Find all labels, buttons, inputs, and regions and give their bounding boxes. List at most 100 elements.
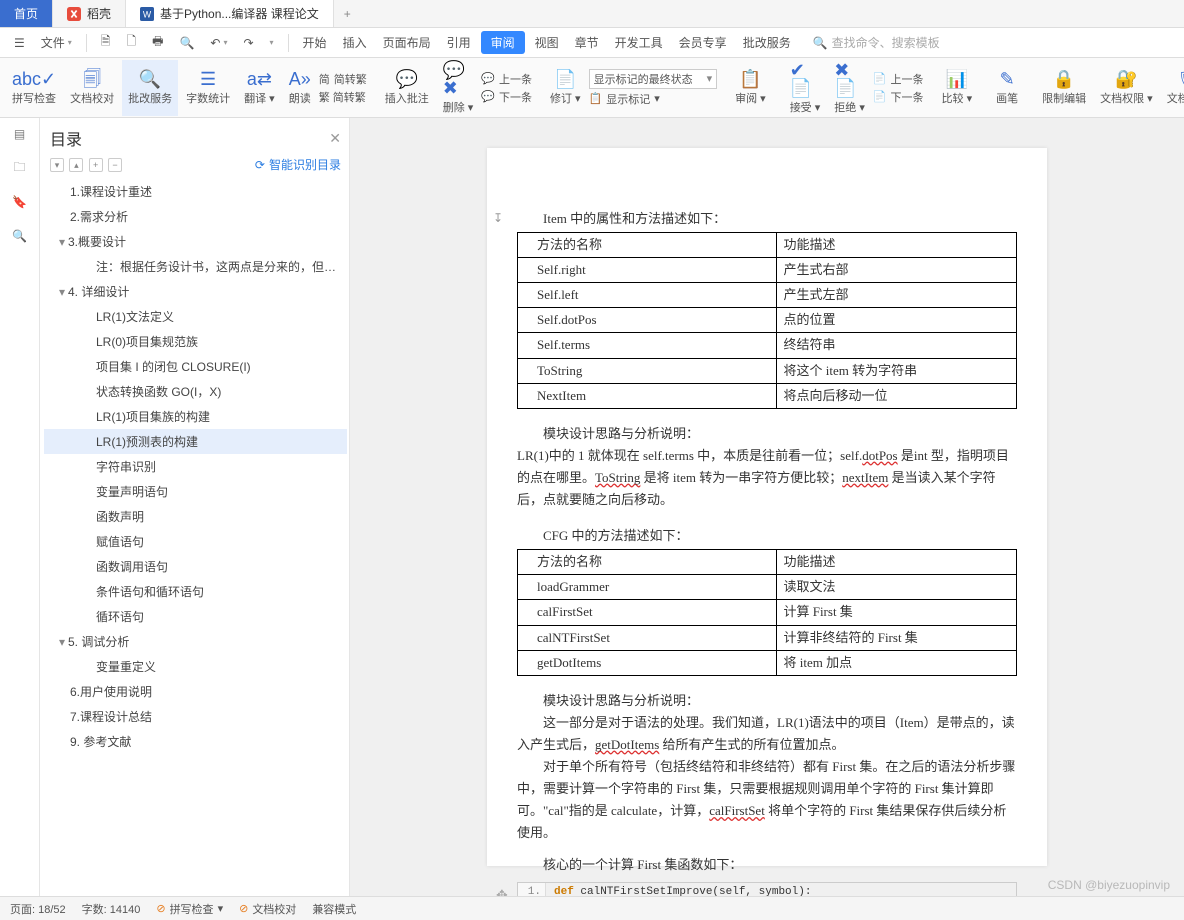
ribbon-annot-next[interactable]: 💬 下一条 bbox=[481, 89, 532, 105]
menu-insert[interactable]: 插入 bbox=[337, 30, 373, 55]
toc-item[interactable]: LR(1)项目集族的构建 bbox=[44, 404, 347, 429]
table-row: calNTFirstSet计算非终结符的 First 集 bbox=[518, 625, 1017, 650]
toc-expand[interactable]: + bbox=[89, 158, 103, 172]
toc-item[interactable]: 6.用户使用说明 bbox=[44, 679, 347, 704]
tab-home[interactable]: 首页 bbox=[0, 0, 53, 27]
toc-item[interactable]: 条件语句和循环语句 bbox=[44, 579, 347, 604]
ribbon-revise[interactable]: 📄修订 ▾ bbox=[544, 60, 587, 116]
ribbon-review-pane[interactable]: 📋审阅 ▾ bbox=[729, 60, 772, 116]
menu-start[interactable]: 开始 bbox=[297, 30, 333, 55]
markup-state-dropdown[interactable]: 显示标记的最终状态▾ bbox=[589, 69, 718, 89]
menu-devtools[interactable]: 开发工具 bbox=[609, 30, 669, 55]
menu-correction[interactable]: 批改服务 bbox=[737, 30, 797, 55]
rail-thumb-icon[interactable]: 🗀 bbox=[10, 158, 30, 178]
print-preview-icon[interactable]: 🗋 bbox=[120, 28, 142, 57]
ribbon-readaloud[interactable]: A»朗读 bbox=[283, 60, 317, 116]
toc-item[interactable]: 项目集 I 的闭包 CLOSURE(I) bbox=[44, 354, 347, 379]
toc-item[interactable]: LR(1)预测表的构建 bbox=[44, 429, 347, 454]
toc-pane: 目录 ✕ ▾ ▴ + − ⟳智能识别目录 1.课程设计重述2.需求分析▾3.概要… bbox=[40, 118, 350, 896]
toc-close-button[interactable]: ✕ bbox=[329, 130, 341, 147]
toc-item[interactable]: 注：根据任务设计书，这两点是分来的，但是如 ... bbox=[44, 254, 347, 279]
ribbon-change-next[interactable]: 📄 下一条 bbox=[873, 89, 924, 105]
ribbon-annot-prev[interactable]: 💬 上一条 bbox=[481, 71, 532, 87]
toc-item[interactable]: 变量声明语句 bbox=[44, 479, 347, 504]
move-handle-icon[interactable]: ✥ bbox=[496, 885, 508, 896]
rail-search-icon[interactable]: 🔍 bbox=[10, 226, 30, 246]
toc-item[interactable]: 字符串识别 bbox=[44, 454, 347, 479]
rail-bookmark-icon[interactable]: 🔖 bbox=[10, 192, 30, 212]
rail-toc-icon[interactable]: ▤ bbox=[10, 124, 30, 144]
ribbon-del-annot[interactable]: 💬✖删除 ▾ bbox=[437, 60, 480, 116]
preview-icon[interactable]: 🔍 bbox=[173, 32, 200, 54]
menu-pagelayout[interactable]: 页面布局 bbox=[377, 30, 437, 55]
menu-review[interactable]: 审阅 bbox=[481, 31, 525, 54]
toc-item[interactable]: 9. 参考文献 bbox=[44, 729, 347, 754]
ribbon-restrict[interactable]: 🔒限制编辑 bbox=[1036, 60, 1092, 116]
ribbon-jian-to-fan[interactable]: 简 简转繁 bbox=[319, 71, 367, 87]
ribbon-compare[interactable]: 📊比较 ▾ bbox=[936, 60, 979, 116]
ribbon-spellcheck[interactable]: abc✓拼写检查 bbox=[6, 60, 62, 116]
status-proofread[interactable]: ⊘文档校对 bbox=[239, 901, 296, 917]
table-row: Self.left产生式左部 bbox=[518, 283, 1017, 308]
cert-icon: 🛡 bbox=[1177, 70, 1184, 88]
toc-item[interactable]: ▾5. 调试分析 bbox=[44, 629, 347, 654]
toc-item[interactable]: 状态转换函数 GO(I，X) bbox=[44, 379, 347, 404]
chevron-down-icon[interactable]: ▾ bbox=[56, 285, 68, 299]
code-content: def calNTFirstSetImprove(self, symbol): bbox=[546, 883, 811, 896]
ribbon-reject[interactable]: ✖📄拒绝 ▾ bbox=[828, 60, 871, 116]
ribbon-proofread[interactable]: 🗐文档校对 bbox=[64, 60, 120, 116]
status-spellcheck[interactable]: ⊘拼写检查 ▾ bbox=[156, 901, 223, 917]
tab-daoké[interactable]: 稻壳 bbox=[53, 0, 126, 27]
chevron-down-icon[interactable]: ▾ bbox=[56, 635, 68, 649]
ribbon-insert-annot[interactable]: 💬插入批注 bbox=[379, 60, 435, 116]
tab-add-button[interactable]: + bbox=[334, 0, 361, 27]
more-qat[interactable]: ▾ bbox=[264, 34, 280, 51]
toc-item[interactable]: LR(1)文法定义 bbox=[44, 304, 347, 329]
table-row: Self.dotPos点的位置 bbox=[518, 308, 1017, 333]
menu-view[interactable]: 视图 bbox=[529, 30, 565, 55]
table-cfg-methods: 方法的名称功能描述loadGrammer读取文法calFirstSet计算 Fi… bbox=[517, 549, 1017, 675]
toc-item[interactable]: 7.课程设计总结 bbox=[44, 704, 347, 729]
toc-item[interactable]: 循环语句 bbox=[44, 604, 347, 629]
toc-collapse[interactable]: − bbox=[108, 158, 122, 172]
toc-item[interactable]: LR(0)项目集规范族 bbox=[44, 329, 347, 354]
ribbon-permission[interactable]: 🔐文档权限 ▾ bbox=[1094, 60, 1159, 116]
toc-item[interactable]: ▾3.概要设计 bbox=[44, 229, 347, 254]
tab-document[interactable]: W 基于Python...编译器 课程论文 bbox=[126, 0, 334, 27]
status-words[interactable]: 字数: 14140 bbox=[82, 901, 141, 917]
toc-collapse-all[interactable]: ▾ bbox=[50, 158, 64, 172]
toc-item[interactable]: 1.课程设计重述 bbox=[44, 179, 347, 204]
chevron-down-icon[interactable]: ▾ bbox=[56, 235, 68, 249]
hamburger-icon[interactable]: ☰ bbox=[8, 32, 31, 54]
ribbon-correction[interactable]: 🔍批改服务 bbox=[122, 60, 178, 116]
status-page[interactable]: 页面: 18/52 bbox=[10, 901, 66, 917]
ribbon-cert[interactable]: 🛡文档认证 bbox=[1161, 60, 1184, 116]
toc-item[interactable]: 变量重定义 bbox=[44, 654, 347, 679]
menu-reference[interactable]: 引用 bbox=[441, 30, 477, 55]
redo-button[interactable]: ↷ bbox=[237, 32, 259, 54]
undo-button[interactable]: ↶▾ bbox=[204, 32, 233, 54]
file-menu[interactable]: 文件▾ bbox=[35, 30, 78, 55]
toc-item[interactable]: ▾4. 详细设计 bbox=[44, 279, 347, 304]
print-icon[interactable]: 🖶 bbox=[146, 28, 169, 57]
reject-icon: ✖📄 bbox=[834, 61, 865, 97]
toc-item[interactable]: 赋值语句 bbox=[44, 529, 347, 554]
toc-item[interactable]: 函数声明 bbox=[44, 504, 347, 529]
ribbon-pen[interactable]: ✎画笔 bbox=[990, 60, 1024, 116]
menu-chapter[interactable]: 章节 bbox=[569, 30, 605, 55]
ribbon-accept[interactable]: ✔📄接受 ▾ bbox=[784, 60, 827, 116]
para-module2-body2: 对于单个所有符号（包括终结符和非终结符）都有 First 集。在之后的语法分析步… bbox=[517, 756, 1017, 844]
ribbon-change-prev[interactable]: 📄 上一条 bbox=[873, 71, 924, 87]
save-icon[interactable]: 🗎 bbox=[95, 28, 117, 57]
toc-item[interactable]: 函数调用语句 bbox=[44, 554, 347, 579]
ribbon-wordcount[interactable]: ☰字数统计 bbox=[180, 60, 236, 116]
ribbon-fan-to-jian[interactable]: 繁 简转繁 bbox=[319, 89, 367, 105]
ribbon-translate[interactable]: a⇄翻译 ▾ bbox=[238, 60, 281, 116]
menu-member[interactable]: 会员专享 bbox=[673, 30, 733, 55]
show-markup-dropdown[interactable]: 📋 显示标记 ▾ bbox=[589, 91, 718, 107]
command-search[interactable]: 🔍查找命令、搜索模板 bbox=[813, 34, 940, 51]
toc-level-up[interactable]: ▴ bbox=[69, 158, 83, 172]
toc-item[interactable]: 2.需求分析 bbox=[44, 204, 347, 229]
document-viewport[interactable]: ↧ Item 中的属性和方法描述如下： 方法的名称功能描述Self.right产… bbox=[350, 118, 1184, 896]
toc-smart-recognize[interactable]: ⟳智能识别目录 bbox=[255, 156, 341, 173]
